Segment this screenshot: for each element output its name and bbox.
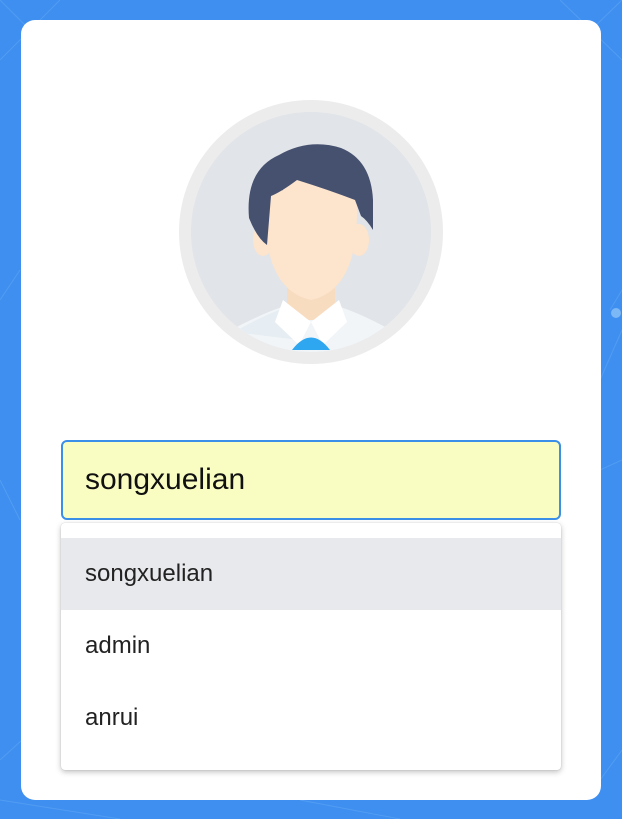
autocomplete-option-admin[interactable]: admin	[61, 610, 561, 682]
autocomplete-option-songxuelian[interactable]: songxuelian	[61, 538, 561, 610]
username-input[interactable]	[61, 440, 561, 520]
user-avatar-icon	[179, 100, 443, 364]
login-card: songxuelian admin anrui	[21, 20, 601, 800]
autocomplete-dropdown: songxuelian admin anrui	[61, 523, 561, 770]
autocomplete-option-anrui[interactable]: anrui	[61, 682, 561, 754]
